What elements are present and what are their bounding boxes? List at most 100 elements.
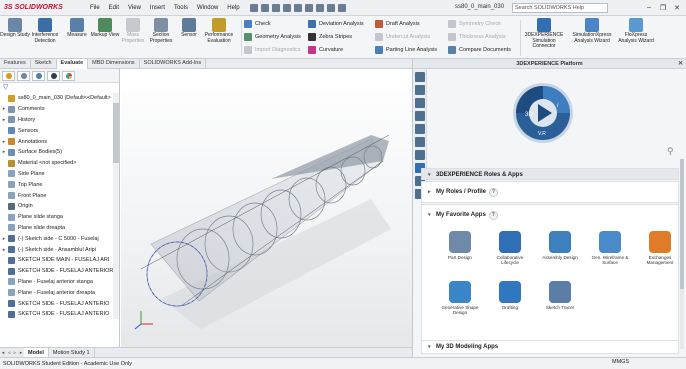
options-icon[interactable] — [337, 3, 346, 12]
configuration-manager-tab[interactable] — [32, 71, 45, 81]
tree-item[interactable]: ▸ (-) Sketch side - Ansamblul Aripi — [0, 244, 119, 255]
tree-item[interactable]: Plane slide dreapta — [0, 223, 119, 234]
search-icon[interactable]: ⚲ — [667, 146, 674, 157]
menu-edit[interactable]: Edit — [109, 5, 119, 11]
tree-item[interactable]: Plane - Fuselaj anterior dreapta — [0, 287, 119, 298]
panel-close-icon[interactable]: ✕ — [678, 60, 683, 67]
app-tile[interactable]: Collaborative Lifecycle — [491, 231, 529, 265]
design-study-button[interactable]: Design Study — [0, 18, 30, 39]
print-icon[interactable] — [293, 3, 302, 12]
solidworks-forum-icon[interactable] — [415, 150, 425, 160]
filter-icon[interactable]: ▽ — [0, 83, 119, 93]
home-tab-icon[interactable] — [415, 72, 425, 82]
tree-item[interactable]: SKETCH SIDE MAIN - FUSELAJ ARI — [0, 255, 119, 266]
expand-arrow-icon[interactable]: ▸ — [0, 106, 8, 112]
markup-button[interactable]: Markup View — [90, 18, 120, 39]
menu-view[interactable]: View — [128, 5, 141, 11]
check-button[interactable]: Check — [244, 19, 271, 29]
appearances-icon[interactable] — [415, 124, 425, 134]
my-roles-row[interactable]: ▸ My Roles / Profile ? — [421, 181, 679, 203]
expand-arrow-icon[interactable]: ▸ — [0, 149, 8, 155]
tree-item[interactable]: SKETCH SIDE - FUSELAJ ANTERIO — [0, 309, 119, 320]
save-icon[interactable] — [282, 3, 291, 12]
close-icon[interactable]: ✕ — [672, 3, 682, 12]
tree-scrollbar[interactable] — [113, 93, 119, 319]
simulation-connector-button[interactable]: 3DEXPERIENCE Simulation Connector — [524, 18, 564, 50]
select-icon[interactable] — [315, 3, 324, 12]
tree-item[interactable]: Origin — [0, 201, 119, 212]
tab-motion-study[interactable]: Motion Study 1 — [49, 347, 95, 358]
app-tile[interactable]: Exchanges Management — [641, 231, 679, 265]
mass-properties-button[interactable]: Mass Properties — [118, 18, 148, 44]
parting-line-button[interactable]: Parting Line Analysis — [375, 45, 437, 55]
tree-root[interactable]: ss80_0_main_030 (Default<<Default> — [0, 93, 119, 104]
tree-item[interactable]: ▸ Annotations — [0, 136, 119, 147]
modeling-apps-section[interactable]: ▾ My 3D Modeling Apps — [421, 340, 679, 354]
deviation-button[interactable]: Deviation Analysis — [308, 19, 364, 29]
file-explorer-icon[interactable] — [415, 98, 425, 108]
tree-item[interactable]: Plane slide stanga — [0, 212, 119, 223]
rebuild-icon[interactable] — [326, 3, 335, 12]
expand-arrow-icon[interactable]: ▸ — [0, 139, 8, 145]
scroll-thumb[interactable] — [113, 103, 119, 163]
expand-arrow-icon[interactable]: ▸ — [0, 117, 8, 123]
menu-help[interactable]: Help — [227, 5, 239, 11]
interference-button[interactable]: Interference Detection — [30, 18, 60, 44]
solidworks-logo[interactable]: 3S SOLIDWORKS — [0, 4, 80, 11]
tree-item[interactable]: ▸ Surface Bodies(5) — [0, 147, 119, 158]
expand-arrow-icon[interactable]: ▸ — [0, 247, 8, 253]
tab-model[interactable]: Model — [24, 347, 49, 358]
compare-button[interactable]: Compare Documents — [448, 45, 511, 55]
property-manager-tab[interactable] — [17, 71, 30, 81]
tree-item[interactable]: ▸ Comments — [0, 104, 119, 115]
menu-insert[interactable]: Insert — [150, 5, 165, 11]
scroll-thumb[interactable] — [680, 159, 684, 289]
tab-sketch[interactable]: Sketch — [31, 59, 57, 69]
feature-manager-tab[interactable] — [2, 71, 15, 81]
app-tile[interactable]: Drafting — [491, 281, 529, 310]
3dexperience-compass[interactable]: 3D i V.R — [511, 81, 575, 145]
tree-item[interactable]: SKETCH SIDE - FUSELAJ ANTERIO — [0, 298, 119, 309]
geometry-analysis-button[interactable]: Geometry Analysis — [244, 32, 301, 42]
tree-item[interactable]: Top Plane — [0, 179, 119, 190]
measure-button[interactable]: Measure — [62, 18, 92, 39]
help-icon[interactable]: ? — [489, 187, 499, 197]
roles-section-header[interactable]: ▾ 3DEXPERIENCE Roles & Apps — [421, 168, 679, 180]
display-manager-tab[interactable] — [62, 71, 75, 81]
app-tile[interactable]: Assembly Design — [541, 231, 579, 260]
performance-button[interactable]: Performance Evaluation — [204, 18, 234, 44]
graphics-area[interactable] — [121, 69, 412, 347]
dimxpert-tab[interactable] — [47, 71, 60, 81]
symmetry-button[interactable]: Symmetry Check — [448, 19, 501, 29]
design-library-icon[interactable] — [415, 85, 425, 95]
menu-file[interactable]: File — [90, 5, 100, 11]
floxpress-button[interactable]: FloXpress Analysis Wizard — [616, 18, 656, 44]
app-tile[interactable]: Generative Shape Design — [441, 281, 479, 315]
tab-solidworks-add-ins[interactable]: SOLIDWORKS Add-Ins — [140, 59, 207, 69]
favorite-apps-header[interactable]: ▾ My Favorite Apps ? — [422, 205, 678, 225]
panel-scrollbar[interactable] — [680, 159, 684, 349]
tree-item[interactable]: Sensors — [0, 125, 119, 136]
section-properties-button[interactable]: Section Properties — [146, 18, 176, 44]
tab-evaluate[interactable]: Evaluate — [56, 59, 89, 69]
tree-item[interactable]: ▸ History — [0, 115, 119, 126]
home-icon[interactable] — [249, 3, 258, 12]
custom-properties-icon[interactable] — [415, 137, 425, 147]
fuselage-model[interactable] — [121, 69, 412, 347]
zebra-button[interactable]: Zebra Stripes — [308, 32, 352, 42]
sensor-button[interactable]: Sensor — [174, 18, 204, 39]
help-search-input[interactable]: Search SOLIDWORKS Help — [512, 3, 608, 13]
import-diagnostics-button[interactable]: Import Diagnostics — [244, 45, 301, 55]
tree-item[interactable]: SKETCH SIDE - FUSELAJ ANTERIOR — [0, 266, 119, 277]
undo-icon[interactable] — [304, 3, 313, 12]
units-selector[interactable]: MMGS — [612, 359, 629, 365]
menu-tools[interactable]: Tools — [174, 5, 188, 11]
expand-arrow-icon[interactable]: ▸ — [0, 236, 8, 242]
curvature-button[interactable]: Curvature — [308, 45, 343, 55]
tree-item[interactable]: Material <not specified> — [0, 158, 119, 169]
menu-window[interactable]: Window — [197, 5, 218, 11]
draft-analysis-button[interactable]: Draft Analysis — [375, 19, 420, 29]
tree-item[interactable]: Plane - Fuselaj anterior stanga — [0, 277, 119, 288]
tree-item[interactable]: Side Plane — [0, 169, 119, 180]
minimize-icon[interactable]: – — [644, 3, 654, 12]
